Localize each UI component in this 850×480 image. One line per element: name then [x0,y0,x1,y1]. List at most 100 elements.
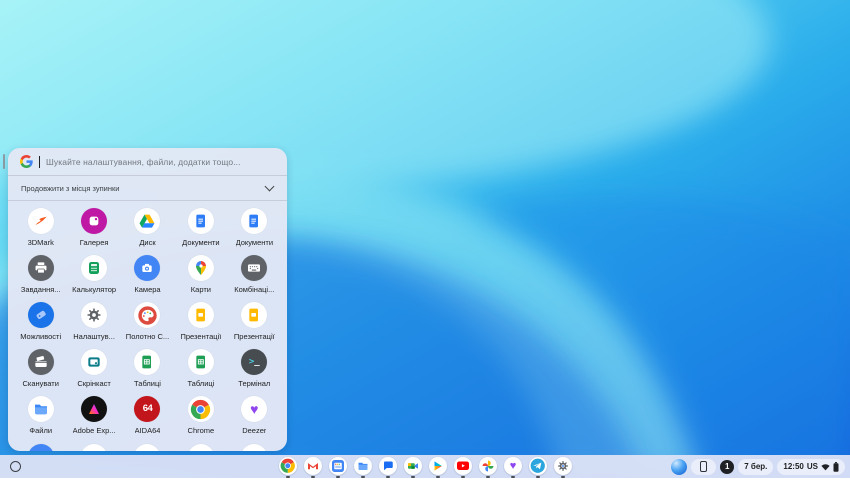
maps-icon [188,255,214,281]
app-item[interactable]: ♥Deezer [228,396,281,442]
explore-icon [28,302,54,328]
telegram-icon [529,457,547,475]
deezer-icon: ♥ [504,457,522,475]
app-label: Презентації [180,332,221,341]
app-item[interactable]: Документи [174,208,227,254]
shelf-app-meet[interactable] [404,457,422,478]
app-item[interactable]: Презентації [174,302,227,348]
shelf-apps: ♥ [279,455,572,480]
app-label: Документи [236,238,273,247]
app-item[interactable]: Карти [174,255,227,301]
gmail-icon [304,457,322,475]
canvas-icon [134,302,160,328]
app-item[interactable] [67,444,120,451]
app-item[interactable] [174,444,227,451]
shelf-app-telegram[interactable] [529,457,547,478]
app-label: Таблиці [134,379,161,388]
app-item[interactable]: Диск [121,208,174,254]
continue-section-toggle[interactable]: Продовжити з місця зупинки [8,176,287,200]
clock-label: 12:50 [783,462,803,471]
shelf-app-files[interactable] [354,457,372,478]
app-item[interactable]: Chrome [174,396,227,442]
aida64-icon: 64 [134,396,160,422]
notification-counter[interactable]: 1 [720,460,734,474]
shelf-app-webstore[interactable] [329,457,347,478]
launcher-search-input[interactable]: Шукайте налаштування, файли, додатки тощ… [8,148,287,175]
shelf-app-chat[interactable] [379,457,397,478]
app-item[interactable]: 64AIDA64 [121,396,174,442]
partial-blue-rect-icon [241,444,267,451]
app-label: Камера [134,285,160,294]
sheets-icon [188,349,214,375]
google-g-icon [20,155,33,168]
phone-icon [700,461,707,472]
app-item[interactable]: Сканувати [14,349,67,395]
running-indicator [286,476,290,478]
terminal-icon: >_ [241,349,267,375]
app-item[interactable]: Комбінаці... [228,255,281,301]
app-item[interactable]: Завдання... [14,255,67,301]
wifi-icon [821,463,830,471]
app-item[interactable]: Полотно C... [121,302,174,348]
gallery-icon [81,208,107,234]
docs-icon [241,208,267,234]
continue-label: Продовжити з місця зупинки [21,184,119,193]
app-item[interactable]: Таблиці [121,349,174,395]
playstore-icon [429,457,447,475]
shelf-app-gmail[interactable] [304,457,322,478]
app-item[interactable]: Скрінкаст [67,349,120,395]
calculator-icon [81,255,107,281]
app-item[interactable]: Презентації [228,302,281,348]
shelf-app-youtube[interactable] [454,457,472,478]
system-tray-button[interactable]: 12:50 US [777,459,845,475]
app-item[interactable]: Камера [121,255,174,301]
phone-hub-button[interactable] [691,459,716,475]
app-item[interactable]: Налаштув... [67,302,120,348]
screencast-icon [81,349,107,375]
app-grid-partial-row [8,442,287,451]
slides-icon [241,302,267,328]
shelf: ♥ 1 7 бер. 12:50 US [0,455,850,478]
app-item[interactable] [228,444,281,451]
app-label: Термінал [238,379,270,388]
app-item[interactable]: Документи [228,208,281,254]
shelf-app-settings-shelf[interactable] [554,457,572,478]
app-item[interactable] [121,444,174,451]
app-label: Chrome [188,426,215,435]
camera-icon [134,255,160,281]
text-cursor [39,156,40,168]
app-item[interactable] [14,444,67,451]
slides-icon [188,302,214,328]
user-avatar[interactable] [671,459,687,475]
files-icon [28,396,54,422]
search-placeholder: Шукайте налаштування, файли, додатки тощ… [46,157,241,167]
app-item[interactable]: Галерея [67,208,120,254]
shelf-app-photos[interactable] [479,457,497,478]
app-label: Калькулятор [72,285,116,294]
print-jobs-icon [28,255,54,281]
shelf-app-deezer[interactable]: ♥ [504,457,522,478]
app-label: Карти [191,285,211,294]
app-label: Полотно C... [126,332,169,341]
launcher-button[interactable] [10,461,21,472]
chevron-down-icon [265,182,275,192]
adobe-express-icon [81,396,107,422]
app-item[interactable]: Можливості [14,302,67,348]
date-button[interactable]: 7 бер. [738,459,773,475]
shelf-app-playstore[interactable] [429,457,447,478]
app-item[interactable]: Калькулятор [67,255,120,301]
app-label: Скрінкаст [77,379,110,388]
input-method-label: US [807,462,818,471]
shelf-app-chrome[interactable] [279,457,297,478]
app-item[interactable]: Adobe Exp... [67,396,120,442]
chat-icon [379,457,397,475]
app-item[interactable]: 3DMark [14,208,67,254]
running-indicator [561,476,565,478]
running-indicator [486,476,490,478]
app-item[interactable]: >_ Термінал [228,349,281,395]
app-label: Сканувати [22,379,58,388]
youtube-icon [454,457,472,475]
app-item[interactable]: Таблиці [174,349,227,395]
app-item[interactable]: Файли [14,396,67,442]
running-indicator [436,476,440,478]
